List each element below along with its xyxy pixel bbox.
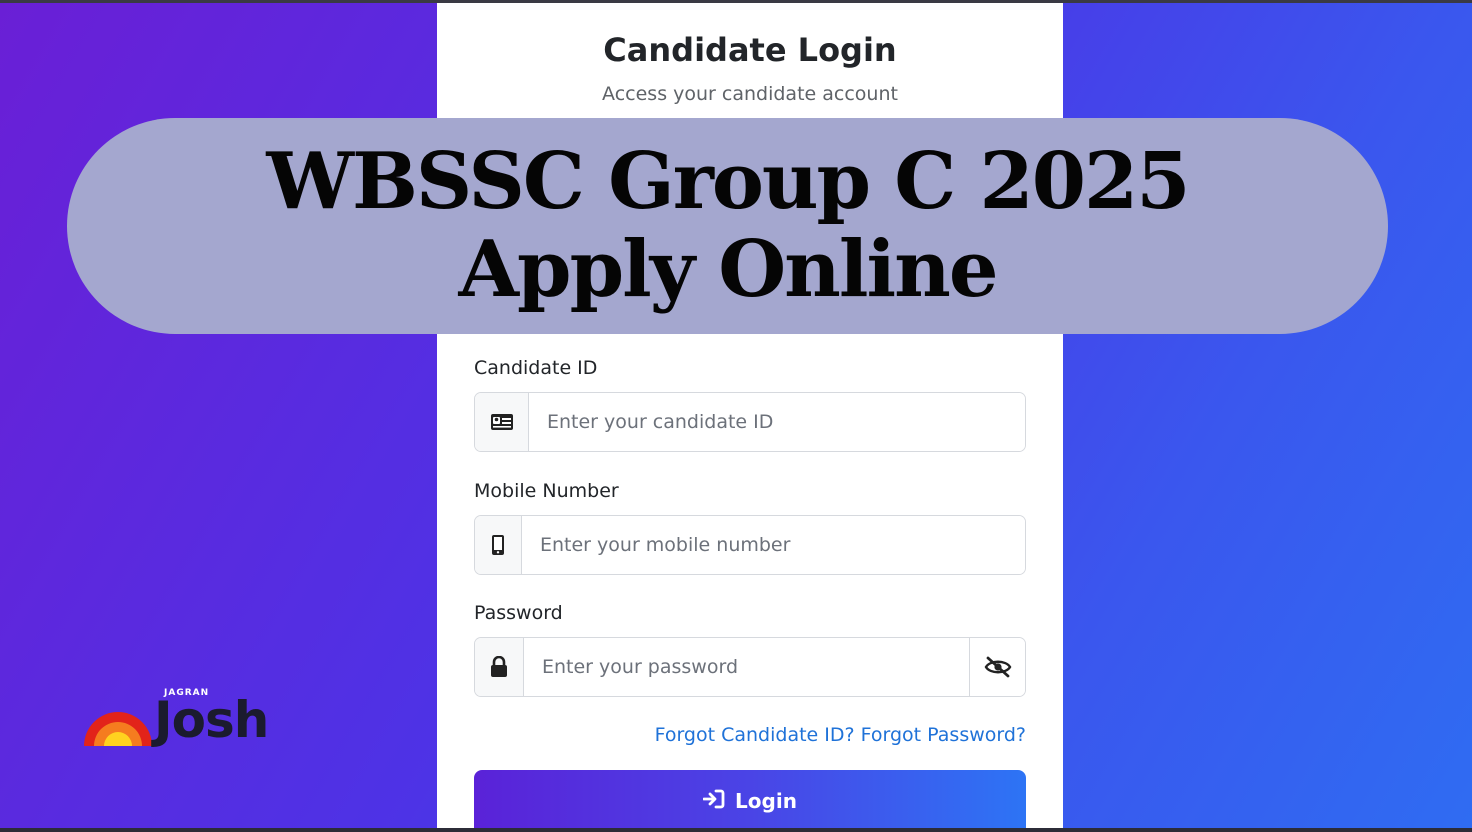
lock-icon: [475, 638, 524, 696]
headline-text: WBSSC Group C 2025 Apply Online: [266, 136, 1190, 315]
password-input[interactable]: [524, 638, 969, 696]
mobile-number-label: Mobile Number: [474, 480, 619, 502]
login-label: Login: [735, 789, 797, 813]
password-group: [474, 637, 1026, 697]
mobile-phone-icon: [475, 516, 522, 574]
mobile-number-group: [474, 515, 1026, 575]
eye-slash-icon[interactable]: [969, 638, 1025, 696]
forgot-links: Forgot Candidate ID? Forgot Password?: [655, 724, 1026, 746]
candidate-id-label: Candidate ID: [474, 357, 598, 379]
page-subtitle: Access your candidate account: [602, 83, 898, 105]
forgot-candidate-id-link[interactable]: Forgot Candidate ID?: [655, 724, 855, 746]
id-card-icon: [475, 393, 529, 451]
page-title: Candidate Login: [603, 31, 897, 69]
sign-in-icon: [702, 789, 725, 814]
bottom-edge-bar: [0, 828, 1472, 832]
logo-word: Josh: [154, 691, 269, 749]
headline-banner: WBSSC Group C 2025 Apply Online: [67, 118, 1388, 334]
candidate-id-group: [474, 392, 1026, 452]
login-button[interactable]: Login: [474, 770, 1026, 832]
jagran-josh-logo: JAGRAN Josh: [82, 688, 269, 753]
forgot-password-link[interactable]: Forgot Password?: [861, 724, 1026, 746]
password-label: Password: [474, 602, 563, 624]
sunrise-logo-icon: [84, 712, 152, 746]
mobile-number-input[interactable]: [522, 516, 1025, 574]
candidate-id-input[interactable]: [529, 393, 1025, 451]
